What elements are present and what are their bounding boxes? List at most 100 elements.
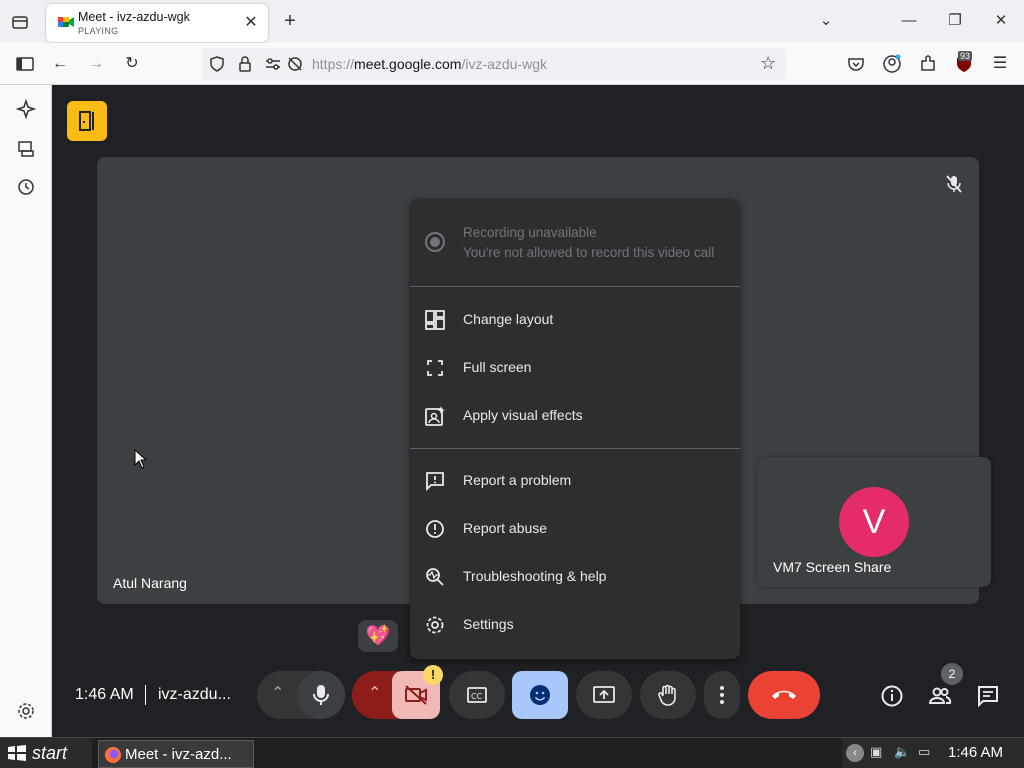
recording-title: Recording unavailable bbox=[463, 225, 597, 240]
present-screen-button[interactable] bbox=[576, 671, 632, 719]
video-settings-chevron-icon[interactable]: ⌃ bbox=[368, 683, 381, 703]
taskbar-clock: 1:46 AM bbox=[948, 744, 1004, 761]
recording-unavailable-section: Recording unavailable You're not allowed… bbox=[410, 199, 740, 287]
menu-item-report-a-problem[interactable]: Report a problem bbox=[410, 457, 740, 505]
menu-item-troubleshooting-help[interactable]: Troubleshooting & help bbox=[410, 553, 740, 601]
sidebar-toggle-icon[interactable] bbox=[14, 53, 36, 75]
network-icon[interactable]: ▣ bbox=[870, 744, 882, 760]
reactions-button[interactable] bbox=[512, 671, 568, 719]
os-taskbar: start Meet - ivz-azd... ‹ ▣ 🔈 ▭ 1:46 AM bbox=[0, 737, 1024, 768]
report-problem-icon bbox=[426, 472, 444, 491]
list-all-tabs-icon[interactable] bbox=[10, 12, 30, 32]
permissions-icon[interactable] bbox=[264, 55, 282, 73]
tab-title: Meet - ivz-azdu-wgk bbox=[78, 10, 190, 24]
volume-muted-icon[interactable]: 🔈 bbox=[894, 744, 910, 760]
customize-sidebar-gear-icon[interactable] bbox=[16, 701, 36, 721]
meeting-details-info-icon[interactable] bbox=[880, 684, 904, 708]
mouse-cursor-icon bbox=[134, 449, 148, 469]
troubleshooting-icon bbox=[426, 568, 444, 586]
raise-hand-button[interactable] bbox=[640, 671, 696, 719]
visual-effects-icon bbox=[425, 406, 445, 426]
camera-blocked-icon[interactable] bbox=[286, 55, 304, 73]
back-icon[interactable]: ← bbox=[49, 53, 71, 75]
layout-icon bbox=[425, 310, 445, 330]
captions-icon: CC bbox=[467, 687, 487, 703]
firefox-sidebar bbox=[0, 85, 52, 737]
camera-control-group: ⌃ ! bbox=[352, 665, 443, 719]
record-icon bbox=[425, 232, 445, 252]
tab-overflow-chevron-icon[interactable]: ⌄ bbox=[815, 10, 837, 32]
pocket-icon[interactable] bbox=[845, 53, 867, 75]
address-bar[interactable]: https://meet.google.com/ivz-azdu-wgk ☆ bbox=[202, 48, 786, 80]
minimize-window-icon[interactable]: — bbox=[898, 10, 920, 32]
start-label: start bbox=[32, 743, 68, 763]
chat-icon[interactable] bbox=[976, 684, 1000, 708]
menu-item-settings[interactable]: Settings bbox=[410, 601, 740, 649]
participant-tile[interactable]: V VM7 Screen Share bbox=[757, 457, 991, 587]
extension-badge: 93 bbox=[958, 51, 973, 61]
mic-button[interactable] bbox=[297, 671, 345, 719]
meeting-time: 1:46 AM bbox=[75, 686, 134, 703]
history-icon[interactable] bbox=[16, 177, 36, 197]
browser-tab-strip: Meet - ivz-azdu-wgk PLAYING ✕ + ⌄ — ❐ ✕ bbox=[0, 0, 1024, 43]
tray-expand-icon[interactable]: ‹ bbox=[846, 744, 864, 762]
synced-tabs-icon[interactable] bbox=[16, 139, 36, 159]
people-icon[interactable] bbox=[928, 684, 952, 708]
separator bbox=[145, 685, 146, 705]
tab-playing-label: PLAYING bbox=[78, 26, 119, 36]
mic-control-group: ⌃ bbox=[257, 671, 345, 719]
meeting-code: ivz-azdu... bbox=[158, 686, 231, 703]
svg-text:CC: CC bbox=[471, 692, 483, 701]
url-text[interactable]: https://meet.google.com/ivz-azdu-wgk bbox=[312, 56, 547, 72]
mic-off-icon bbox=[946, 175, 962, 193]
camera-warning-badge: ! bbox=[423, 665, 443, 685]
extensions-icon[interactable] bbox=[917, 53, 939, 75]
app-menu-icon[interactable]: ☰ bbox=[989, 53, 1011, 75]
ai-chatbot-icon[interactable] bbox=[16, 99, 36, 119]
present-icon bbox=[593, 686, 615, 703]
fullscreen-icon bbox=[427, 360, 443, 376]
monitor-icon[interactable]: ▭ bbox=[918, 744, 930, 760]
reload-icon[interactable]: ↻ bbox=[121, 53, 143, 75]
raise-hand-icon bbox=[658, 684, 676, 706]
new-tab-icon[interactable]: + bbox=[280, 11, 300, 31]
windows-logo-icon bbox=[8, 745, 26, 761]
emoji-icon bbox=[530, 685, 550, 705]
firefox-icon bbox=[105, 747, 121, 763]
recording-subtitle: You're not allowed to record this video … bbox=[463, 245, 715, 260]
close-tab-icon[interactable]: ✕ bbox=[242, 14, 260, 32]
menu-item-full-screen[interactable]: Full screen bbox=[410, 344, 740, 392]
end-call-icon bbox=[772, 690, 796, 699]
browser-nav-bar: ← → ↻ https://meet.google.com/ivz-azdu-w… bbox=[0, 43, 1024, 85]
taskbar-app-label: Meet - ivz-azd... bbox=[125, 746, 232, 763]
menu-divider bbox=[410, 448, 740, 449]
audio-settings-chevron-icon[interactable]: ⌃ bbox=[271, 683, 284, 703]
mic-icon bbox=[313, 685, 329, 705]
reaction-heart-icon: 💖 bbox=[358, 620, 398, 652]
meet-companion-icon[interactable] bbox=[67, 101, 107, 141]
restore-window-icon[interactable]: ❐ bbox=[944, 10, 966, 32]
start-button[interactable]: start bbox=[0, 738, 92, 768]
browser-tab-meet[interactable]: Meet - ivz-azdu-wgk PLAYING ✕ bbox=[46, 4, 268, 42]
menu-item-report-abuse[interactable]: Report abuse bbox=[410, 505, 740, 553]
lock-icon[interactable] bbox=[236, 55, 254, 73]
google-meet-favicon-icon bbox=[58, 17, 74, 27]
leave-call-button[interactable] bbox=[748, 671, 820, 719]
tracking-protection-shield-icon[interactable] bbox=[208, 55, 226, 73]
presenter-name: Atul Narang bbox=[113, 575, 187, 591]
more-options-menu: Recording unavailable You're not allowed… bbox=[410, 199, 740, 659]
account-icon[interactable] bbox=[881, 53, 903, 75]
system-tray: ‹ ▣ 🔈 ▭ 1:46 AM bbox=[842, 738, 1024, 768]
settings-icon bbox=[426, 616, 444, 634]
participant-name: VM7 Screen Share bbox=[773, 559, 892, 575]
menu-item-change-layout[interactable]: Change layout bbox=[410, 296, 740, 344]
bookmark-star-icon[interactable]: ☆ bbox=[760, 53, 776, 74]
menu-item-apply-visual-effects[interactable]: Apply visual effects bbox=[410, 392, 740, 440]
close-window-icon[interactable]: ✕ bbox=[990, 10, 1012, 32]
avatar: V bbox=[839, 487, 909, 557]
taskbar-app-firefox[interactable]: Meet - ivz-azd... bbox=[98, 740, 254, 768]
forward-icon[interactable]: → bbox=[85, 53, 107, 75]
captions-button[interactable]: CC bbox=[449, 671, 505, 719]
more-options-button[interactable] bbox=[704, 671, 740, 719]
more-vert-icon bbox=[720, 686, 724, 704]
